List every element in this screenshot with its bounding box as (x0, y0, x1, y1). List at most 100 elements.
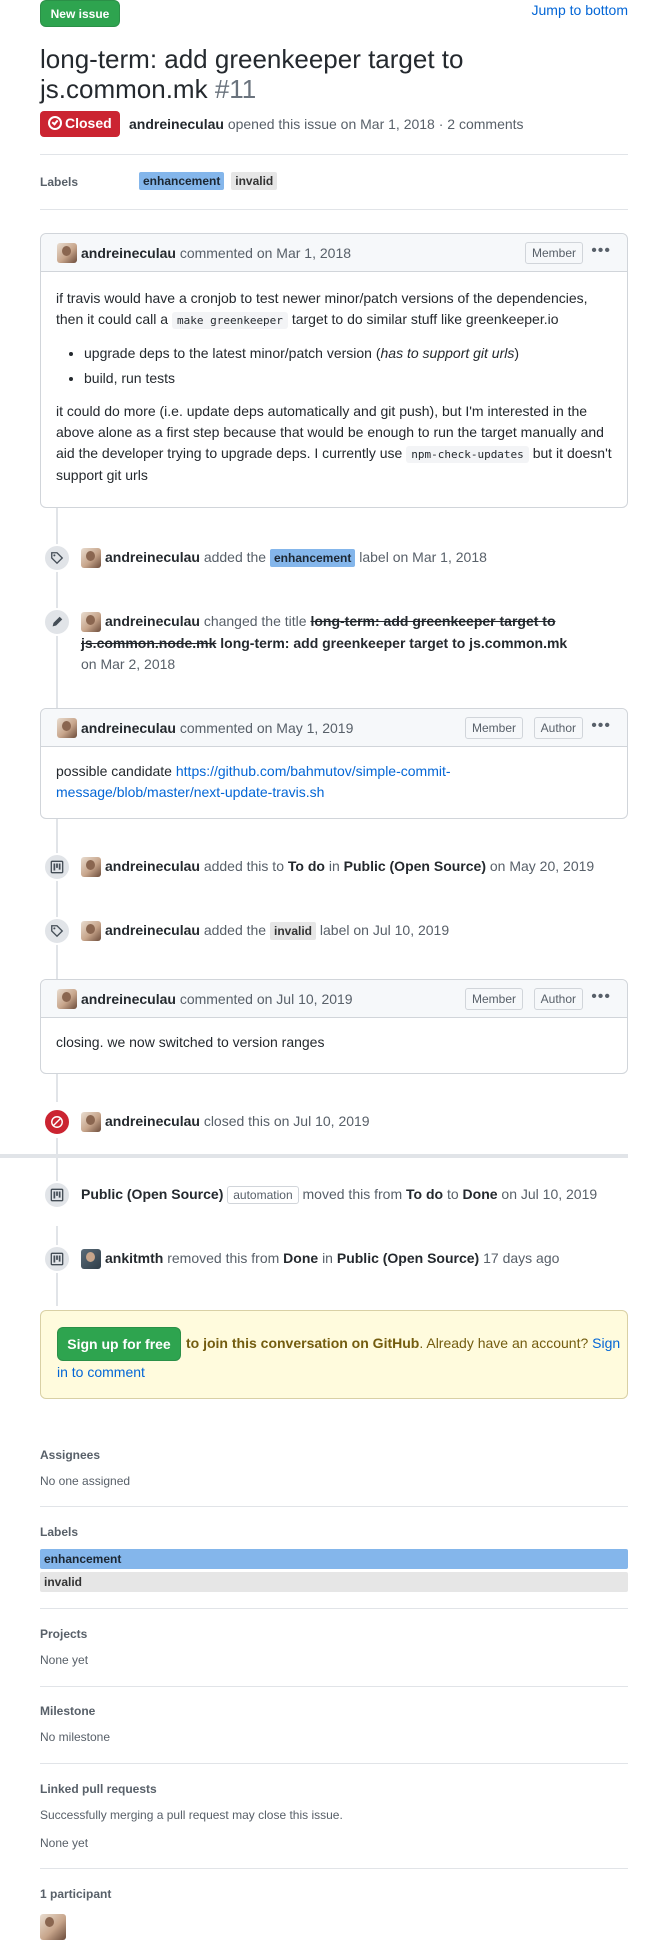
more-options-icon[interactable]: ••• (591, 717, 611, 735)
comment-author[interactable]: andreineculau (81, 245, 176, 261)
comment-text: aid the developer trying to upgrade deps… (56, 443, 612, 465)
event-renamed-line-1: andreineculau changed the title long-ter… (105, 611, 556, 632)
divider (40, 1608, 628, 1609)
divider (40, 1763, 628, 1764)
more-options-icon[interactable]: ••• (591, 988, 611, 1006)
candidate-link[interactable]: https://github.com/bahmutov/simple-commi… (176, 763, 451, 779)
timeline-line (56, 819, 58, 979)
title-line-2: js.common.mk #11 (40, 74, 620, 104)
comment-action: commented on May 1, 2019 (179, 720, 354, 736)
comment-header: andreineculau commented on Mar 1, 2018 M… (41, 234, 627, 272)
state-badge: Closed (40, 111, 120, 137)
comment-1: andreineculau commented on Mar 1, 2018 M… (40, 233, 628, 508)
signup-button[interactable]: Sign up for free (57, 1327, 181, 1361)
page-title: long-term: add greenkeeper target to js.… (40, 44, 620, 104)
label-invalid[interactable]: invalid (40, 1572, 628, 1592)
comment-text: then it could call a make greenkeeper ta… (56, 309, 612, 331)
event-added-to-project: andreineculau added this to To do in Pub… (105, 856, 594, 877)
event-actor[interactable]: ankitmth (105, 1250, 163, 1266)
event-actor[interactable]: andreineculau (105, 613, 200, 629)
avatar[interactable] (81, 1249, 101, 1269)
new-issue-button[interactable]: New issue (40, 0, 120, 27)
sign-in-link[interactable]: in to comment (57, 1364, 145, 1380)
closed-issue-icon (48, 116, 62, 130)
signup-prompt: Sign up for free to join this conversati… (40, 1310, 628, 1399)
assignees-heading[interactable]: Assignees (40, 1448, 100, 1462)
comment-author[interactable]: andreineculau (81, 720, 176, 736)
new-title: long-term: add greenkeeper target to js.… (220, 635, 568, 651)
project-icon (43, 1245, 71, 1273)
milestone-heading[interactable]: Milestone (40, 1704, 95, 1718)
event-date: on Jul 10, 2019 (501, 1186, 598, 1202)
event-text: label on Mar 1, 2018 (359, 549, 487, 565)
timeline-line (56, 1074, 58, 1102)
issue-number: #11 (214, 74, 257, 104)
linked-prs-value: None yet (40, 1836, 89, 1850)
event-labeled: andreineculau added the invalid label on… (105, 920, 449, 941)
issue-meta: andreineculau opened this issue on Mar 1… (129, 116, 524, 132)
labels-list: enhancement invalid (139, 172, 278, 190)
comment-action: commented on Mar 1, 2018 (179, 245, 352, 261)
tag-icon (43, 917, 71, 945)
signup-bold: to join this conversation on GitHub (186, 1335, 420, 1351)
event-text: changed the title (203, 613, 307, 629)
participant-avatar[interactable] (40, 1914, 66, 1940)
project-icon (43, 1181, 71, 1209)
linked-prs-heading[interactable]: Linked pull requests (40, 1782, 157, 1796)
comment-meta: andreineculau commented on May 1, 2019 (81, 720, 353, 736)
label-enhancement[interactable]: enhancement (139, 172, 225, 190)
label-invalid[interactable]: invalid (231, 172, 278, 190)
event-moved: Public (Open Source) automation moved th… (81, 1184, 597, 1206)
event-actor[interactable]: andreineculau (105, 1113, 200, 1129)
label-enhancement[interactable]: enhancement (40, 1549, 628, 1569)
project-column: To do (406, 1186, 444, 1202)
event-actor[interactable]: Public (Open Source) (81, 1186, 223, 1202)
divider (40, 1868, 628, 1869)
event-text: in (328, 858, 340, 874)
participants-heading: 1 participant (40, 1887, 112, 1901)
sidebar-labels-heading[interactable]: Labels (40, 1525, 78, 1539)
list-item: upgrade deps to the latest minor/patch v… (84, 343, 612, 364)
comment-text: message/blob/master/next-update-travis.s… (56, 782, 612, 803)
automation-badge: automation (227, 1186, 299, 1204)
linked-prs-description: Successfully merging a pull request may … (40, 1808, 343, 1822)
avatar[interactable] (81, 612, 101, 632)
project-name[interactable]: Public (Open Source) (344, 858, 486, 874)
label-invalid[interactable]: invalid (270, 922, 317, 940)
candidate-link[interactable]: message/blob/master/next-update-travis.s… (56, 784, 324, 800)
project-column: To do (287, 858, 325, 874)
jump-to-bottom-link[interactable]: Jump to bottom (532, 2, 629, 18)
more-options-icon[interactable]: ••• (591, 242, 611, 260)
event-date: on Mar 2, 2018 (81, 656, 176, 672)
issue-author[interactable]: andreineculau (129, 116, 224, 132)
label-enhancement[interactable]: enhancement (270, 549, 356, 567)
event-actor[interactable]: andreineculau (105, 858, 200, 874)
state-label: Closed (65, 115, 112, 131)
avatar[interactable] (57, 243, 77, 263)
inline-code: make greenkeeper (171, 312, 288, 329)
sign-in-link[interactable]: Sign (592, 1335, 620, 1351)
avatar[interactable] (81, 857, 101, 877)
divider (40, 1506, 628, 1507)
event-actor[interactable]: andreineculau (105, 922, 200, 938)
divider (40, 209, 628, 210)
avatar[interactable] (57, 989, 77, 1009)
comment-text: possible candidate https://github.com/ba… (56, 761, 612, 782)
project-name[interactable]: Public (Open Source) (337, 1250, 479, 1266)
comment-2: andreineculau commented on May 1, 2019 M… (40, 708, 628, 819)
signup-rest: . Already have an account? (419, 1335, 589, 1351)
event-text: moved this from (302, 1186, 403, 1202)
text-span: but it doesn't (532, 445, 612, 461)
comment-header: andreineculau commented on Jul 10, 2019 … (41, 980, 627, 1018)
avatar[interactable] (81, 548, 101, 568)
avatar[interactable] (81, 921, 101, 941)
event-actor[interactable]: andreineculau (105, 549, 200, 565)
text-span: possible candidate (56, 763, 172, 779)
project-column: Done (462, 1186, 498, 1202)
role-badge-author: Author (533, 717, 583, 739)
projects-heading[interactable]: Projects (40, 1627, 87, 1641)
avatar[interactable] (57, 718, 77, 738)
event-text: closed this on Jul 10, 2019 (203, 1113, 370, 1129)
comment-author[interactable]: andreineculau (81, 991, 176, 1007)
avatar[interactable] (81, 1112, 101, 1132)
